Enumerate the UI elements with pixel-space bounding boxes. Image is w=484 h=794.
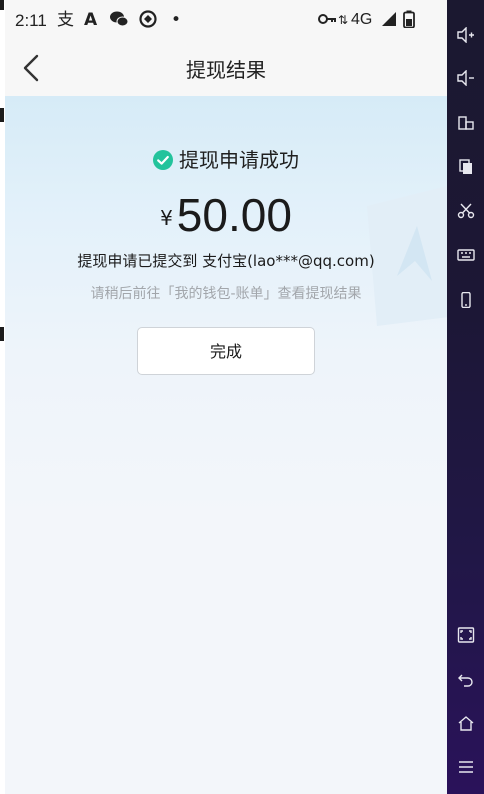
success-status: 提现申请成功 <box>5 144 447 173</box>
hint-text: 请稍后前往「我的钱包-账单」查看提现结果 <box>90 286 362 302</box>
wechat-icon <box>109 10 129 33</box>
phone-icon[interactable] <box>447 285 484 315</box>
done-button[interactable]: 完成 <box>137 327 315 375</box>
volume-down-icon[interactable] <box>447 63 484 93</box>
edge-mark <box>0 0 4 10</box>
key-icon <box>317 10 337 33</box>
copy-icon[interactable] <box>447 152 484 182</box>
edge-mark <box>0 108 4 122</box>
page-title: 提现结果 <box>186 58 266 82</box>
volume-up-icon[interactable] <box>447 20 484 50</box>
emulator-side-toolbar <box>447 0 484 794</box>
edge-mark <box>0 327 4 341</box>
battery-icon <box>403 10 415 33</box>
currency-symbol: ¥ <box>160 206 173 230</box>
amount-display: ¥50.00 <box>5 188 447 242</box>
rotate-icon[interactable] <box>447 108 484 138</box>
sync-icon <box>139 10 157 33</box>
amount-value: 50.00 <box>176 189 292 241</box>
result-content: 提现申请成功 ¥50.00 提现申请已提交到 支付宝(lao***@qq.com… <box>5 96 447 794</box>
signal-icon <box>380 10 398 33</box>
nav-bar: 提现结果 <box>5 40 447 96</box>
dot-icon: • <box>171 10 182 30</box>
cut-icon[interactable] <box>447 196 484 226</box>
data-arrows-icon: ⇅ <box>338 13 349 27</box>
submitted-info: 提现申请已提交到 支付宝(lao***@qq.com) <box>77 252 375 270</box>
back-icon[interactable] <box>447 664 484 694</box>
phone-screen: 2:11 支 A • ⇅ 4G 提现结果 提现申请成功 ¥50.00 提现申请已… <box>5 0 447 794</box>
success-text: 提现申请成功 <box>179 148 299 172</box>
status-time: 2:11 <box>15 11 47 30</box>
home-icon[interactable] <box>447 708 484 738</box>
status-bar: 2:11 支 A • ⇅ 4G <box>5 0 447 40</box>
keyboard-icon[interactable] <box>447 240 484 270</box>
alipay-icon: 支 <box>57 10 74 30</box>
fullscreen-icon[interactable] <box>447 620 484 650</box>
network-type: 4G <box>351 11 373 28</box>
warning-a-icon: A <box>84 10 98 30</box>
success-check-icon <box>153 150 173 170</box>
menu-icon[interactable] <box>447 752 484 782</box>
